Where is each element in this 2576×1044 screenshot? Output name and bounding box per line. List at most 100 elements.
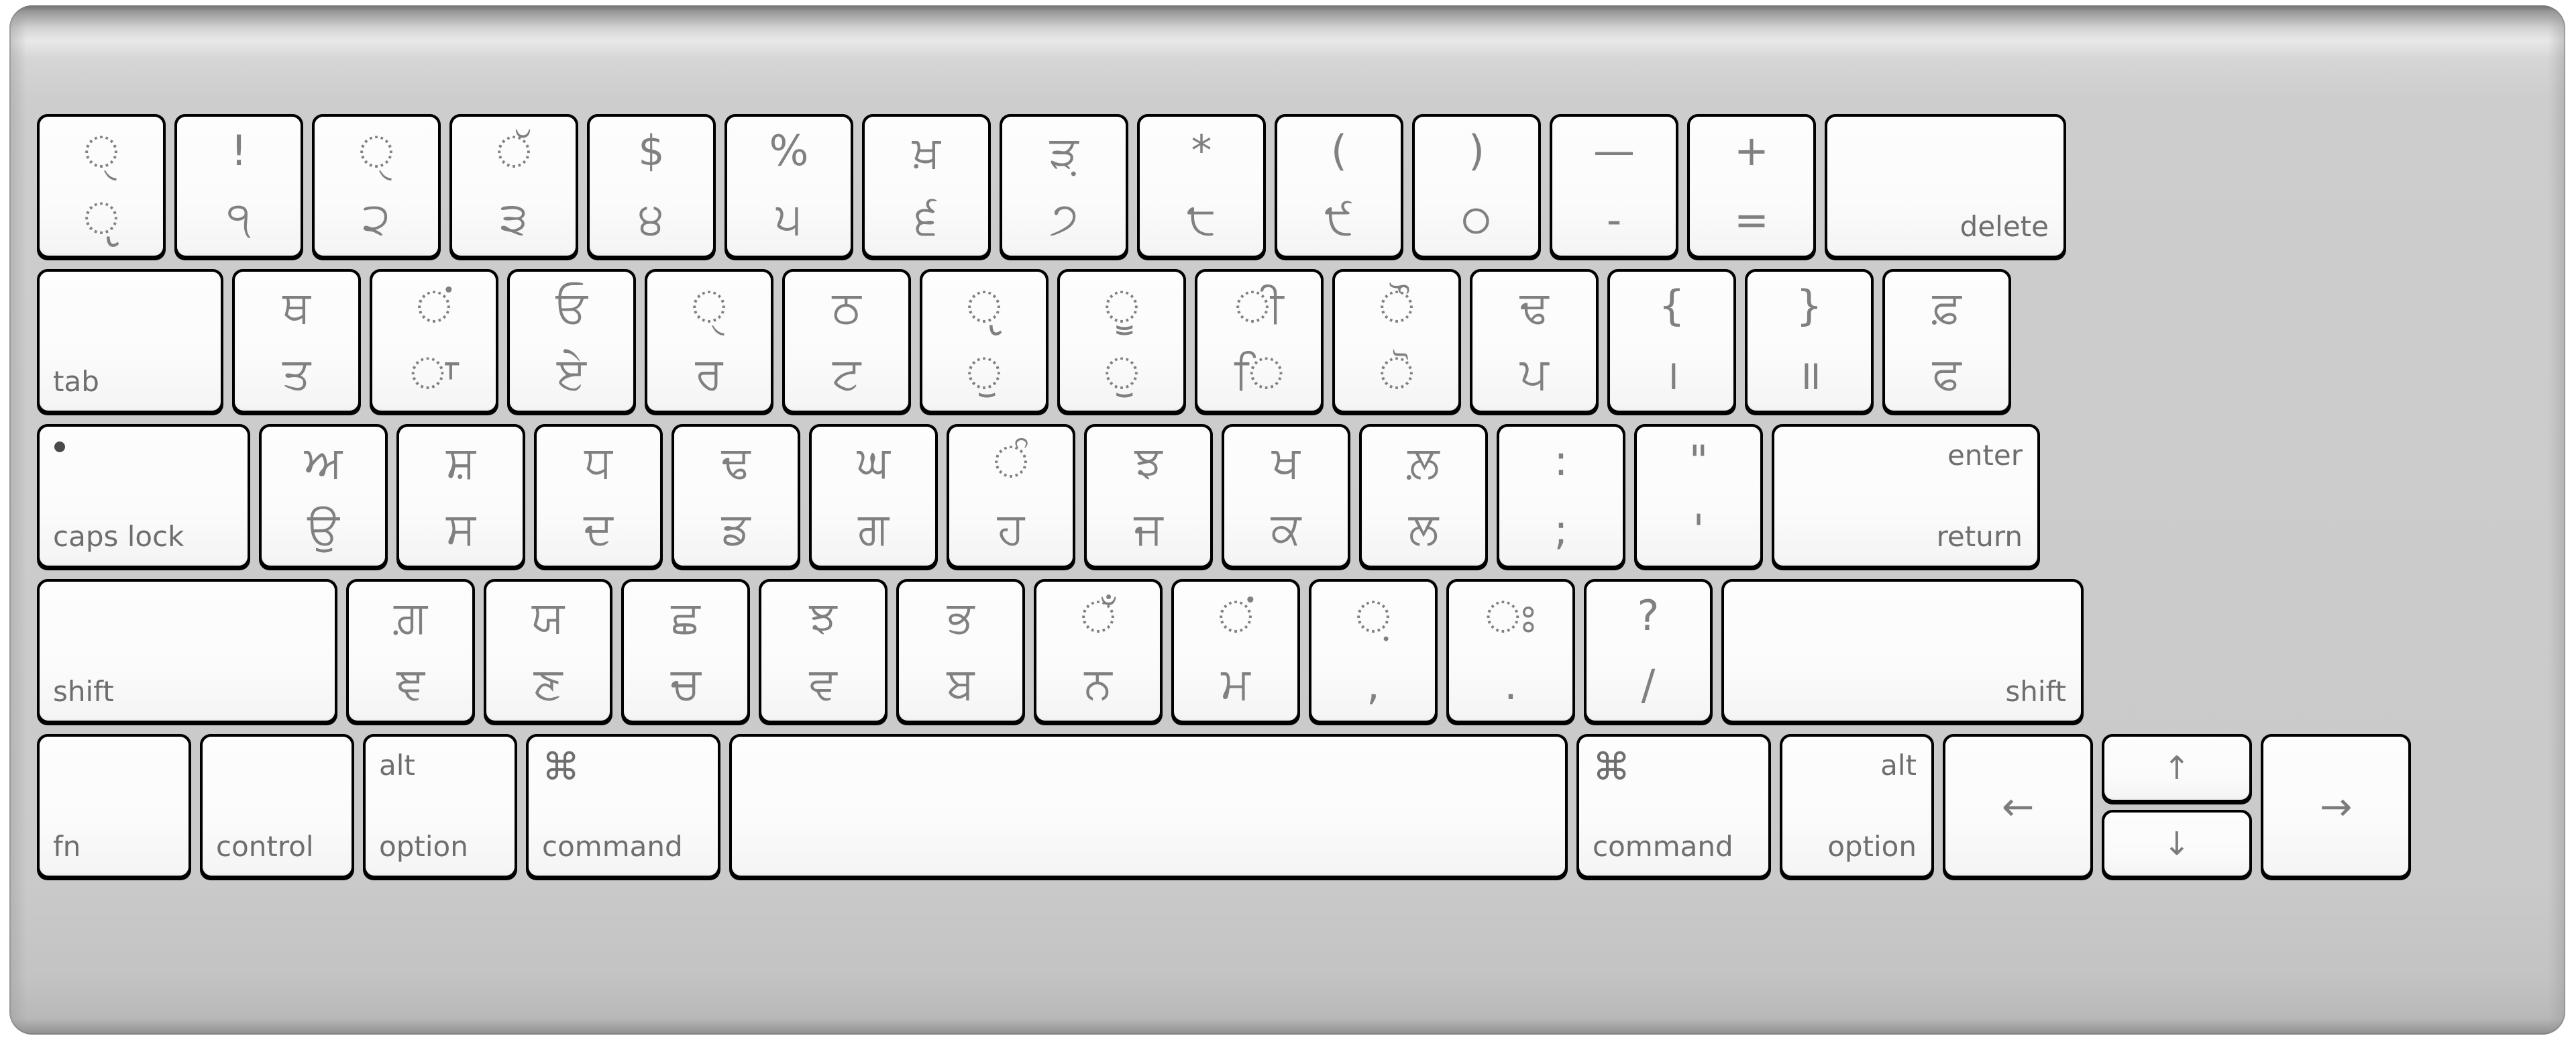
key-z-shift-glyph: ਗ਼: [393, 591, 428, 643]
key-k[interactable]: ਖਕ: [1222, 424, 1350, 570]
key-z-cap: ਗ਼ ਞ: [349, 582, 472, 721]
key-s[interactable]: ਸ਼ ਸ: [396, 424, 525, 570]
key-control[interactable]: control: [200, 734, 354, 880]
key-1[interactable]: ! ੧: [174, 114, 303, 260]
key-g[interactable]: ਘਗ: [809, 424, 938, 570]
key-d[interactable]: ਧਦ: [534, 424, 663, 570]
key-return[interactable]: enter return: [1772, 424, 2040, 570]
key-j[interactable]: ਝਜ: [1084, 424, 1213, 570]
key-2[interactable]: ◌ੑ ੨: [312, 114, 441, 260]
key-capslock[interactable]: caps lock: [37, 424, 250, 570]
key-rows-container: ◌ੑ ◌ੵ! ੧ ◌ੑ ੨ ◌ੱ ੩ $੪% ੫ ਖ਼ ੬ ੜ਼ ੭ * ੮(੯) ੦— - + = delete ta…: [37, 114, 2539, 889]
key-i[interactable]: ◌ੀ ◌ਿ: [1195, 269, 1324, 415]
key-arrow-right[interactable]: →: [2261, 734, 2411, 880]
key-shift-left[interactable]: shift: [37, 579, 337, 725]
key-5-cap: % ੫: [727, 117, 851, 256]
key-command-right-command-icon: ⌘: [1593, 745, 1630, 789]
key-7[interactable]: ੜ਼ ੭: [1000, 114, 1128, 260]
key-v-base-glyph: ਵ: [809, 658, 837, 709]
key-bracketright[interactable]: } ॥: [1745, 269, 1874, 415]
key-control-label: control: [216, 830, 314, 863]
key-backquote[interactable]: ◌ੑ ◌ੵ: [37, 114, 166, 260]
key-e[interactable]: ਓਏ: [507, 269, 636, 415]
key-delete[interactable]: delete: [1825, 114, 2066, 260]
key-w[interactable]: ◌ਂ ◌ਾ: [370, 269, 498, 415]
key-b[interactable]: ਭਬ: [896, 579, 1025, 725]
key-backslash-shift-glyph: ਫ਼: [1932, 281, 1962, 333]
key-8[interactable]: * ੮: [1137, 114, 1266, 260]
key-backslash[interactable]: ਫ਼ ਫ: [1882, 269, 2011, 415]
key-r[interactable]: ◌ੑ ਰ: [645, 269, 773, 415]
key-equal[interactable]: + =: [1687, 114, 1816, 260]
key-y[interactable]: ◌ੵ ◌ੁ: [920, 269, 1049, 415]
key-u-base-glyph: ◌ੁ: [1104, 348, 1140, 399]
key-backslash-cap: ਫ਼ ਫ: [1885, 272, 2008, 411]
key-0-shift-glyph: ): [1468, 126, 1485, 175]
key-option-left[interactable]: alt option: [363, 734, 517, 880]
key-bracketleft[interactable]: {।: [1607, 269, 1736, 415]
key-4-cap: $੪: [590, 117, 713, 256]
bottom-row: fn control alt option command ⌘ command ⌘ alt opt…: [37, 734, 2539, 880]
key-9-base-glyph: ੯: [1324, 193, 1354, 244]
key-q-shift-glyph: ਥ: [282, 281, 311, 333]
key-t[interactable]: ਠਟ: [782, 269, 911, 415]
key-t-shift-glyph: ਠ: [832, 281, 861, 333]
key-m[interactable]: ◌ਂ ਮ: [1171, 579, 1300, 725]
key-space[interactable]: [729, 734, 1568, 880]
key-6[interactable]: ਖ਼ ੬: [862, 114, 991, 260]
key-o[interactable]: ◌ੌ ◌ੋ: [1332, 269, 1461, 415]
key-tab[interactable]: tab: [37, 269, 223, 415]
key-t-base-glyph: ਟ: [832, 348, 861, 399]
key-period[interactable]: ◌ਃ.: [1446, 579, 1575, 725]
key-x[interactable]: ਯਣ: [484, 579, 612, 725]
key-i-shift-glyph: ◌ੀ: [1234, 281, 1284, 333]
key-fn[interactable]: fn: [37, 734, 191, 880]
key-shift-right[interactable]: shift: [1721, 579, 2084, 725]
key-h[interactable]: ◌ੰ ਹ: [947, 424, 1075, 570]
key-option-right[interactable]: alt option: [1780, 734, 1934, 880]
key-minus[interactable]: — -: [1550, 114, 1678, 260]
key-f[interactable]: ਢਡ: [672, 424, 800, 570]
key-c[interactable]: ਛਚ: [621, 579, 750, 725]
key-5[interactable]: % ੫: [724, 114, 853, 260]
key-3[interactable]: ◌ੱ ੩: [449, 114, 578, 260]
key-l[interactable]: ਲ਼ ਲ: [1359, 424, 1488, 570]
key-9[interactable]: (੯: [1275, 114, 1403, 260]
key-p[interactable]: ਢਪ: [1470, 269, 1599, 415]
key-a[interactable]: ਅਉ: [259, 424, 388, 570]
key-arrow-up[interactable]: ↑: [2102, 734, 2252, 804]
key-quote[interactable]: " ': [1634, 424, 1763, 570]
key-s-shift-glyph: ਸ਼: [446, 436, 476, 488]
key-z[interactable]: ਗ਼ ਞ: [346, 579, 475, 725]
key-m-base-glyph: ਮ: [1221, 658, 1250, 709]
key-n[interactable]: ◌ਁ ਨ: [1034, 579, 1163, 725]
key-q[interactable]: ਥਤ: [232, 269, 361, 415]
key-semicolon[interactable]: :;: [1497, 424, 1625, 570]
key-command-left[interactable]: command ⌘: [526, 734, 720, 880]
key-slash-shift-glyph: ?: [1637, 591, 1660, 640]
key-slash[interactable]: ? /: [1584, 579, 1713, 725]
key-o-base-glyph: ◌ੋ: [1379, 348, 1415, 399]
key-u[interactable]: ◌ੂ ◌ੁ: [1057, 269, 1186, 415]
key-w-shift-glyph: ◌ਂ: [416, 281, 452, 333]
key-g-cap: ਘਗ: [812, 427, 935, 566]
key-period-cap: ◌ਃ.: [1449, 582, 1572, 721]
key-command-right-cap: command ⌘: [1579, 737, 1768, 876]
key-m-shift-glyph: ◌ਂ: [1218, 591, 1254, 643]
key-b-base-glyph: ਬ: [947, 658, 975, 709]
key-comma-shift-glyph: ◌਼: [1355, 591, 1391, 643]
key-r-cap: ◌ੑ ਰ: [647, 272, 771, 411]
key-6-shift-glyph: ਖ਼: [912, 126, 941, 178]
key-4[interactable]: $੪: [587, 114, 716, 260]
key-arrow-down[interactable]: ↓: [2102, 810, 2252, 880]
key-j-cap: ਝਜ: [1087, 427, 1210, 566]
key-arrow-left[interactable]: ←: [1943, 734, 2093, 880]
shift-row: shift ਗ਼ ਞ ਯ ਣ ਛ ਚ ਝ ਵ ਭ ਬ ◌ਁ ਨ ◌ਂ ਮ ◌਼, ◌ਃ.? / shift: [37, 579, 2539, 725]
key-command-right[interactable]: command ⌘: [1576, 734, 1771, 880]
key-g-shift-glyph: ਘ: [857, 436, 890, 488]
key-shift-right-cap: shift: [1724, 582, 2081, 721]
key-v[interactable]: ਝਵ: [759, 579, 888, 725]
key-0[interactable]: ) ੦: [1412, 114, 1541, 260]
key-comma[interactable]: ◌਼,: [1309, 579, 1438, 725]
key-9-cap: (੯: [1277, 117, 1401, 256]
